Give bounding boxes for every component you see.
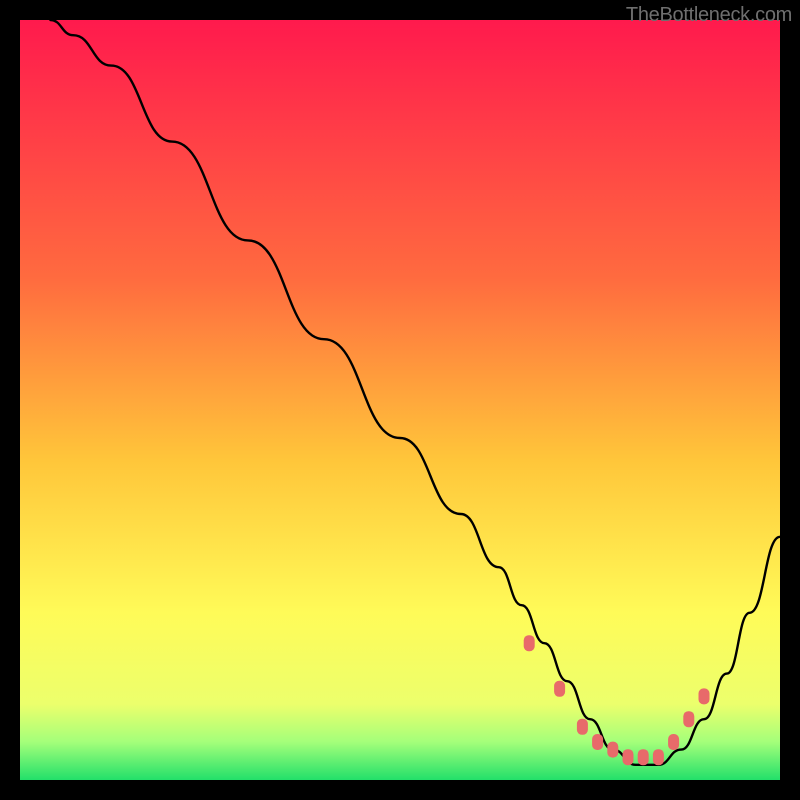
marker-point bbox=[623, 749, 634, 765]
chart-svg bbox=[20, 20, 780, 780]
chart-background-gradient bbox=[20, 20, 780, 780]
marker-point bbox=[524, 635, 535, 651]
marker-point bbox=[683, 711, 694, 727]
chart-frame: TheBottleneck.com bbox=[0, 0, 800, 800]
watermark-text: TheBottleneck.com bbox=[626, 4, 792, 27]
marker-point bbox=[577, 719, 588, 735]
marker-point bbox=[592, 734, 603, 750]
marker-point bbox=[653, 749, 664, 765]
marker-point bbox=[607, 742, 618, 758]
chart-plot-area bbox=[20, 20, 780, 780]
marker-point bbox=[554, 681, 565, 697]
marker-point bbox=[638, 749, 649, 765]
marker-point bbox=[668, 734, 679, 750]
marker-point bbox=[699, 688, 710, 704]
